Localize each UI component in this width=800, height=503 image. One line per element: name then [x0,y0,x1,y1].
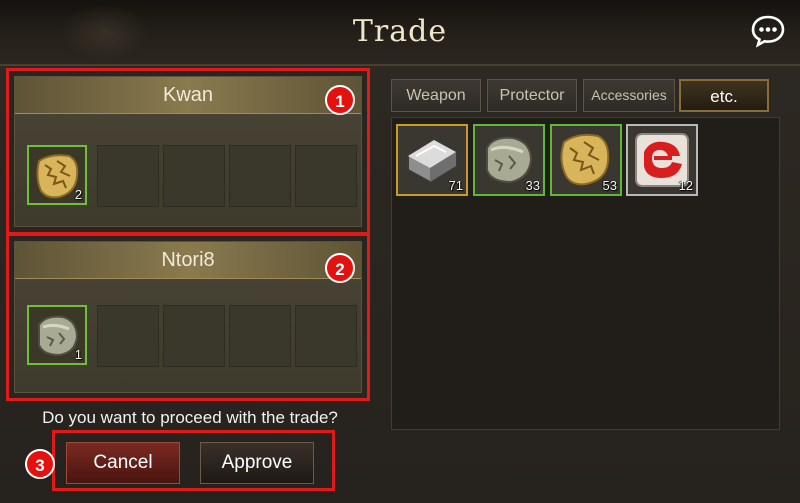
approve-button[interactable]: Approve [200,442,314,484]
inventory-item[interactable]: 12 [626,124,698,196]
item-count: 12 [678,178,693,193]
item-count: 2 [74,187,82,202]
item-count: 33 [525,178,540,193]
trade-window: Trade Kwan 2 1 Ntori8 1 2 Do you want to… [0,0,800,503]
trade-slot[interactable] [97,145,159,207]
tab-accessories[interactable]: Accessories [583,79,675,112]
inventory-item[interactable]: 71 [396,124,468,196]
trade-slot[interactable] [163,145,225,207]
step-badge: 1 [325,85,355,115]
party-name: Ntori8 [15,242,361,279]
item-count: 53 [602,178,617,193]
cancel-button[interactable]: Cancel [66,442,180,484]
trade-slot[interactable]: 1 [27,305,87,365]
trade-panel-inner: Ntori8 1 [14,241,362,393]
inventory-item[interactable]: 33 [473,124,545,196]
trade-slot[interactable] [295,145,357,207]
trade-slot[interactable] [295,305,357,367]
tab-weapon[interactable]: Weapon [391,79,481,112]
tab-protector[interactable]: Protector [487,79,577,112]
trade-slot[interactable] [97,305,159,367]
inventory-item[interactable]: 53 [550,124,622,196]
title-bar: Trade [0,0,800,66]
trade-slot[interactable] [163,305,225,367]
trade-panel-inner: Kwan 2 [14,76,362,227]
party-name: Kwan [15,77,361,114]
trade-slot[interactable] [229,305,291,367]
item-count: 71 [448,178,463,193]
chat-bubble-icon[interactable] [750,13,786,49]
item-count: 1 [74,347,82,362]
trade-panel-partner: Ntori8 1 [6,233,370,401]
tab-etc[interactable]: etc. [679,79,769,112]
trade-slot[interactable]: 2 [27,145,87,205]
window-title: Trade [352,14,448,49]
step-badge: 3 [25,449,55,479]
step-badge: 2 [325,253,355,283]
trade-confirm-question: Do you want to proceed with the trade? [42,408,338,427]
trade-slot[interactable] [229,145,291,207]
trade-panel-self: Kwan 2 [6,68,370,235]
